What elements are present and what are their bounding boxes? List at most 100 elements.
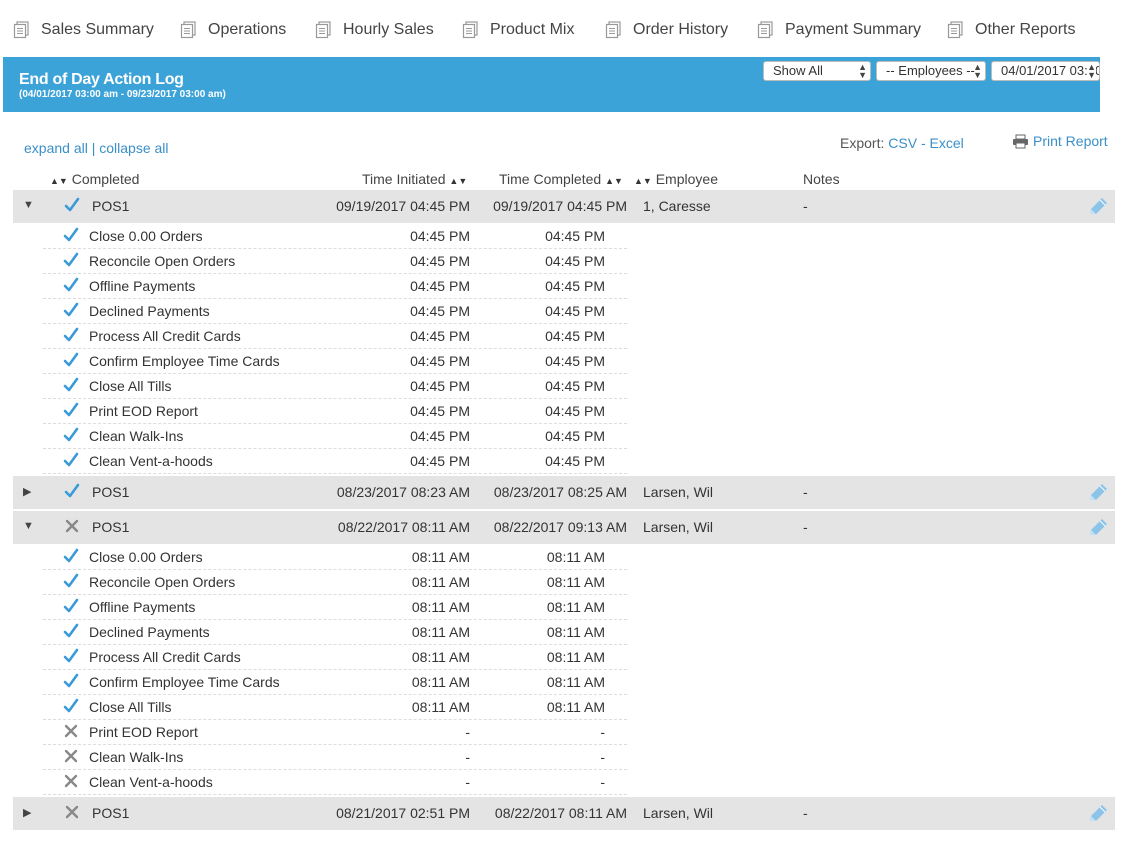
expand-toggle-icon[interactable]: ▶	[23, 485, 31, 498]
nav-hourly-sales[interactable]: Hourly Sales	[315, 19, 434, 41]
column-label: Notes	[803, 171, 840, 187]
date-filter-select[interactable]: 04/01/2017 03:00 am ▲▼	[991, 61, 1100, 81]
status-icon	[63, 723, 79, 742]
checkmark-icon	[63, 598, 79, 613]
column-header-employee[interactable]: ▲▼ Employee	[634, 171, 718, 187]
task-row: Clean Walk-Ins - -	[43, 745, 627, 770]
column-header-completed[interactable]: ▲▼ Completed	[50, 171, 139, 187]
task-name: Reconcile Open Orders	[89, 574, 236, 590]
edit-button[interactable]	[1087, 518, 1109, 541]
log-row[interactable]: ▼ POS1 09/19/2017 04:45 PM 09/19/2017 04:45…	[13, 190, 1115, 223]
nav-operations[interactable]: Operations	[180, 19, 286, 41]
terminal-name: POS1	[92, 805, 130, 821]
updown-icon: ▲ ▼	[1087, 62, 1096, 80]
time-initiated: 08/22/2017 08:11 AM	[337, 519, 470, 535]
column-header-notes: Notes	[803, 171, 840, 187]
time-completed: 04:45 PM	[545, 353, 605, 369]
status-icon	[63, 573, 79, 592]
collapse-toggle-icon[interactable]: ▼	[23, 520, 34, 532]
employee-filter-select[interactable]: -- Employees -- ▲ ▼	[876, 61, 986, 81]
nav-label: Order History	[633, 21, 729, 38]
nav-label: Hourly Sales	[343, 21, 434, 38]
status-icon	[64, 483, 80, 502]
document-icon	[315, 21, 331, 39]
log-row[interactable]: ▶ POS1 08/23/2017 08:23 AM 08/23/2017 08:25…	[13, 476, 1115, 509]
status-icon	[64, 197, 80, 216]
column-header-time-initiated[interactable]: Time Initiated ▲▼	[362, 171, 467, 187]
edit-button[interactable]	[1087, 197, 1109, 220]
status-filter-select[interactable]: Show All ▲ ▼	[763, 61, 871, 81]
column-label: Completed	[71, 171, 140, 187]
terminal-name: POS1	[92, 198, 130, 214]
status-icon	[63, 327, 79, 346]
expand-toggle-icon[interactable]: ▶	[23, 806, 31, 819]
nav-other-reports[interactable]: Other Reports	[947, 19, 1075, 41]
log-row[interactable]: ▼ POS1 08/22/2017 08:11 AM 08/22/2017 09:13…	[13, 511, 1115, 544]
collapse-toggle-icon[interactable]: ▼	[23, 199, 34, 211]
checkmark-icon	[63, 548, 79, 563]
status-icon	[63, 748, 79, 767]
checkmark-icon	[63, 402, 79, 417]
task-row: Close 0.00 Orders 04:45 PM 04:45 PM	[43, 224, 627, 249]
x-mark-icon	[64, 774, 78, 788]
checkmark-icon	[63, 573, 79, 588]
time-initiated: 08:11 AM	[411, 574, 470, 590]
column-header-time-completed[interactable]: Time Completed ▲▼	[499, 171, 623, 187]
sort-icon: ▲▼	[605, 176, 623, 186]
status-icon	[63, 623, 79, 642]
task-name: Reconcile Open Orders	[89, 253, 236, 269]
employee-name: 1, Caresse	[643, 198, 711, 214]
time-initiated: 04:45 PM	[410, 328, 470, 344]
x-mark-icon	[65, 805, 79, 819]
report-header: End of Day Action Log (04/01/2017 03:00 …	[3, 57, 1100, 112]
time-completed: 04:45 PM	[545, 378, 605, 394]
time-completed: 08/22/2017 08:11 AM	[494, 805, 627, 821]
checkmark-icon	[63, 427, 79, 442]
task-row: Process All Credit Cards 08:11 AM 08:11 AM	[43, 645, 627, 670]
time-completed: 04:45 PM	[545, 428, 605, 444]
time-completed: 08:11 AM	[546, 674, 605, 690]
nav-payment-summary[interactable]: Payment Summary	[757, 19, 921, 41]
time-completed: 04:45 PM	[545, 303, 605, 319]
document-icon	[13, 21, 29, 39]
status-icon	[63, 277, 79, 296]
checkmark-icon	[63, 352, 79, 367]
time-initiated: 08:11 AM	[411, 674, 470, 690]
time-completed: 04:45 PM	[545, 228, 605, 244]
time-completed: 08:11 AM	[546, 699, 605, 715]
collapse-all-link[interactable]: collapse all	[99, 140, 168, 156]
time-completed: 08:11 AM	[546, 624, 605, 640]
edit-button[interactable]	[1087, 804, 1109, 827]
print-report-button[interactable]: Print Report	[1012, 133, 1108, 149]
time-initiated: 04:45 PM	[410, 278, 470, 294]
log-row[interactable]: ▶ POS1 08/21/2017 02:51 PM 08/22/2017 08:11…	[13, 797, 1115, 830]
export-excel-link[interactable]: Excel	[930, 135, 964, 151]
time-completed: 08:11 AM	[546, 549, 605, 565]
time-completed: 09/19/2017 04:45 PM	[493, 198, 627, 214]
export-csv-link[interactable]: CSV	[888, 135, 917, 151]
checkmark-icon	[63, 377, 79, 392]
task-name: Offline Payments	[89, 599, 196, 615]
time-initiated: 04:45 PM	[410, 303, 470, 319]
checkmark-icon	[63, 452, 79, 467]
task-row: Confirm Employee Time Cards 04:45 PM 04:45…	[43, 349, 627, 374]
expand-all-link[interactable]: expand all	[24, 140, 88, 156]
task-row: Print EOD Report - -	[43, 720, 627, 745]
checkmark-icon	[64, 483, 80, 498]
employee-name: Larsen, Wil	[643, 519, 714, 535]
task-name: Declined Payments	[89, 303, 210, 319]
document-icon	[757, 21, 773, 39]
notes-value: -	[803, 484, 808, 500]
nav-product-mix[interactable]: Product Mix	[462, 19, 574, 41]
export-dash: -	[920, 135, 926, 151]
task-name: Offline Payments	[89, 278, 196, 294]
time-initiated: 08:11 AM	[411, 549, 470, 565]
nav-order-history[interactable]: Order History	[605, 19, 728, 41]
time-initiated: 04:45 PM	[410, 253, 470, 269]
task-name: Clean Walk-Ins	[89, 428, 184, 444]
task-name: Clean Vent-a-hoods	[89, 453, 213, 469]
task-row: Close All Tills 04:45 PM 04:45 PM	[43, 374, 627, 399]
nav-sales-summary[interactable]: Sales Summary	[13, 19, 154, 41]
edit-button[interactable]	[1087, 483, 1109, 506]
status-icon	[63, 452, 79, 471]
